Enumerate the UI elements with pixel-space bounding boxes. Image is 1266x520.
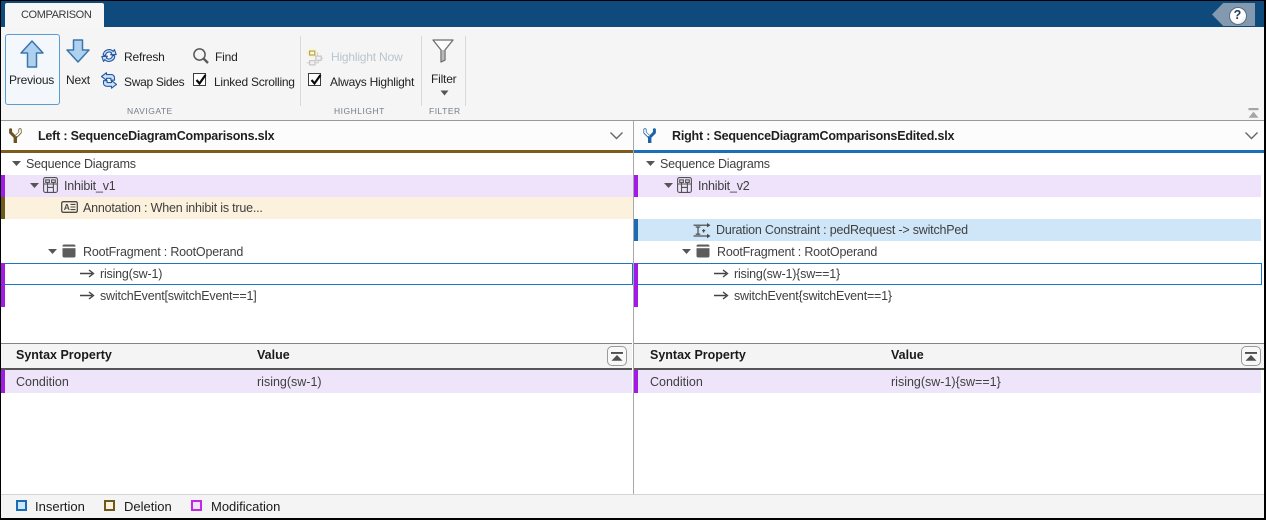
svg-text:A: A (64, 202, 70, 212)
